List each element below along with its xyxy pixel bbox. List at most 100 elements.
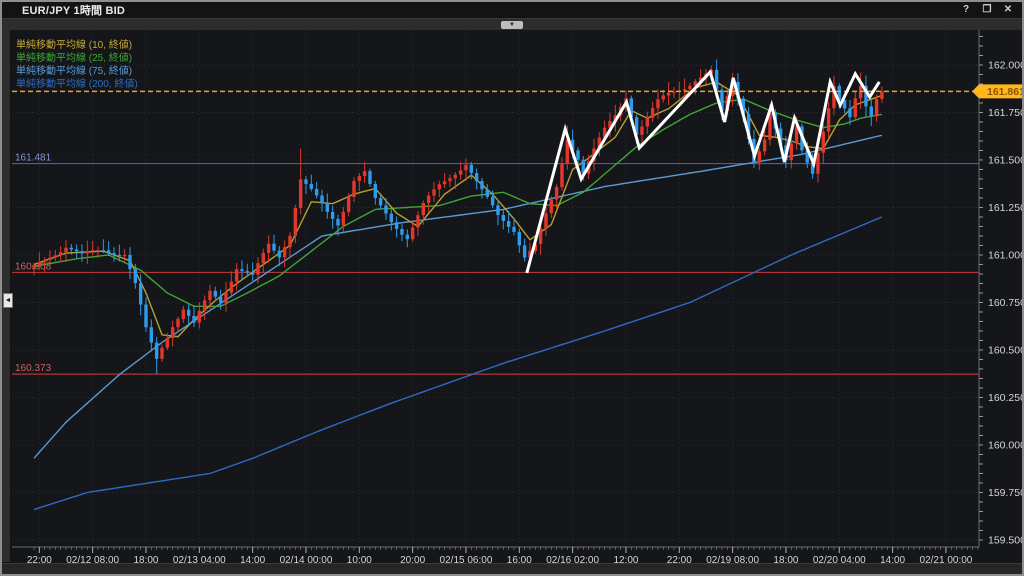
candle-body (790, 143, 793, 160)
candle-body (251, 273, 254, 275)
candle-body (667, 93, 670, 96)
candle-body (214, 291, 217, 297)
window-title: EUR/JPY 1時間 BID (2, 2, 125, 18)
candle-body (299, 179, 302, 208)
candle-body (688, 86, 691, 89)
candle-body (43, 260, 46, 262)
candle-body (758, 151, 761, 162)
candle-body (102, 250, 105, 251)
candle-body (422, 203, 425, 215)
candle-body (454, 175, 457, 179)
candle-body (331, 212, 334, 219)
candle-body (512, 227, 515, 232)
y-tick-label: 160.000 (988, 439, 1024, 451)
candle-body (256, 263, 259, 275)
candle-body (656, 99, 659, 108)
legend-item: 単純移動平均線 (10, 終値) (16, 38, 132, 51)
candle-body (262, 253, 265, 263)
candle-body (443, 181, 446, 184)
candle-body (432, 189, 435, 195)
level-label: 160.373 (15, 363, 52, 374)
candle-body (646, 118, 649, 127)
candle-body (112, 253, 115, 255)
candle-body (496, 205, 499, 215)
title-bar: EUR/JPY 1時間 BID ? ❒ ✕ (2, 2, 1022, 18)
candle-body (550, 200, 553, 214)
candle-body (507, 221, 510, 227)
candle-body (374, 184, 377, 198)
candle-body (518, 232, 521, 245)
candle-body (827, 108, 830, 131)
candle-body (166, 338, 169, 348)
candle-body (267, 244, 270, 253)
legend-item: 単純移動平均線 (75, 終値) (16, 64, 132, 77)
candle-body (880, 91, 883, 99)
y-tick-label: 161.750 (988, 107, 1024, 119)
candle-body (854, 98, 857, 117)
candle-body (128, 255, 131, 269)
candle-body (406, 235, 409, 240)
candle-body (486, 189, 489, 196)
candle-body (294, 208, 297, 236)
candle-body (491, 197, 494, 206)
candle-body (560, 164, 563, 187)
candle-body (848, 108, 851, 117)
candle-body (144, 305, 147, 328)
help-icon[interactable]: ? (960, 3, 972, 17)
candle-body (171, 327, 174, 338)
candlestick-chart[interactable]: 161.481160.908160.373単純移動平均線 (10, 終値)単純移… (12, 30, 1024, 565)
toolbar-collapse-button[interactable]: ▼ (501, 21, 523, 29)
y-tick-label: 159.500 (988, 534, 1024, 546)
candle-body (480, 181, 483, 189)
close-icon[interactable]: ✕ (1002, 3, 1014, 17)
candle-body (475, 173, 478, 181)
candle-body (59, 252, 62, 255)
candle-body (139, 283, 142, 305)
candle-body (870, 106, 873, 116)
candle-body (38, 262, 41, 265)
legend-item: 単純移動平均線 (25, 終値) (16, 51, 132, 64)
maximize-icon[interactable]: ❒ (981, 3, 993, 17)
bottom-status-strip (2, 563, 1022, 574)
chart-area[interactable]: 161.481160.908160.373単純移動平均線 (10, 終値)単純移… (12, 30, 1024, 565)
candle-body (118, 255, 121, 256)
candle-body (134, 269, 137, 283)
candle-body (160, 348, 163, 359)
candle-body (198, 311, 201, 323)
candle-body (640, 127, 643, 135)
candle-body (576, 150, 579, 159)
candle-body (459, 170, 462, 174)
candle-body (192, 316, 195, 323)
candle-body (91, 250, 94, 251)
candle-body (379, 198, 382, 205)
candle-body (875, 99, 878, 116)
left-panel-expand-button[interactable]: ◄ (3, 293, 13, 308)
candle-body (70, 248, 73, 250)
candle-body (283, 247, 286, 257)
y-tick-label: 161.500 (988, 154, 1024, 166)
candle-body (363, 171, 366, 176)
candle-body (315, 189, 318, 195)
candle-body (187, 310, 190, 316)
candle-body (80, 251, 83, 253)
candle-body (555, 187, 558, 200)
y-tick-label: 160.750 (988, 297, 1024, 309)
chart-window: EUR/JPY 1時間 BID ? ❒ ✕ ▼ ◄ 161.481160.908… (0, 0, 1024, 576)
candle-body (235, 269, 238, 281)
candle-body (651, 108, 654, 118)
candle-body (176, 319, 179, 327)
candle-body (96, 250, 99, 251)
candle-body (64, 248, 67, 252)
candle-body (155, 343, 158, 359)
candle-body (240, 269, 243, 271)
candle-body (464, 165, 467, 171)
candle-body (288, 236, 291, 247)
candle-body (32, 265, 35, 269)
candle-body (326, 203, 329, 212)
candle-body (304, 179, 307, 183)
level-label: 161.481 (15, 153, 52, 164)
candle-body (203, 300, 206, 311)
y-tick-label: 162.000 (988, 59, 1024, 71)
current-price-value: 161.861 (987, 86, 1024, 98)
candle-body (822, 132, 825, 153)
